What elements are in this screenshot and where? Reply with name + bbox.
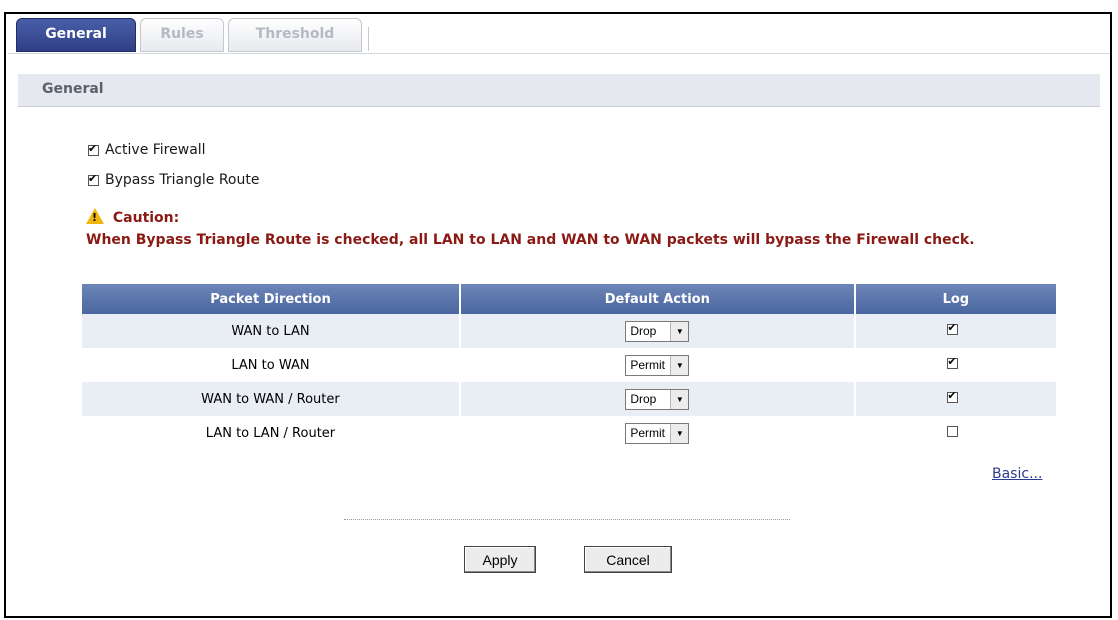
apply-button[interactable]: Apply [464,546,536,573]
dropdown-arrow-icon[interactable]: ▼ [670,355,689,375]
log-checkbox[interactable] [947,389,959,403]
default-action-select[interactable]: Permit ▼ [625,354,690,376]
active-firewall-checkbox[interactable] [88,142,99,156]
section-header: General [18,74,1100,107]
default-action-cell: Drop ▼ [459,314,856,348]
table-header-row: Packet Direction Default Action Log [82,284,1056,314]
log-checkbox[interactable] [947,321,959,335]
packet-direction: WAN to WAN / Router [82,382,461,416]
divider [344,519,790,520]
header-default-action: Default Action [459,284,856,314]
dropdown-arrow-icon[interactable]: ▼ [670,389,689,409]
header-packet-direction: Packet Direction [82,284,461,314]
dropdown-arrow-icon[interactable]: ▼ [670,321,689,341]
warning-icon [86,208,104,224]
basic-link[interactable]: Basic... [992,466,1042,482]
active-firewall-label: Active Firewall [105,142,206,158]
dropdown-arrow-icon[interactable]: ▼ [670,423,689,443]
log-checkbox[interactable] [947,425,959,437]
log-cell [854,382,1056,416]
tab-threshold[interactable]: Threshold [228,18,369,52]
caution-title: Caution: [112,210,180,226]
active-firewall-option[interactable]: Active Firewall [88,142,206,158]
table-row: LAN to LAN / Router Permit ▼ [82,416,1056,450]
firewall-panel: General Rules Threshold General Active F… [4,12,1112,618]
packet-direction-table: Packet Direction Default Action Log WAN … [82,284,1056,450]
caution-heading: Caution: [86,208,179,226]
caution-message: When Bypass Triangle Route is checked, a… [86,232,975,248]
tab-rules[interactable]: Rules [140,18,224,52]
section-title: General [42,81,104,97]
cancel-button[interactable]: Cancel [584,546,672,573]
default-action-cell: Permit ▼ [459,416,856,450]
table-row: WAN to WAN / Router Drop ▼ [82,382,1056,416]
table-row: LAN to WAN Permit ▼ [82,348,1056,382]
default-action-select[interactable]: Permit ▼ [625,422,690,444]
bypass-triangle-label: Bypass Triangle Route [105,172,260,188]
table-row: WAN to LAN Drop ▼ [82,314,1056,348]
header-log: Log [854,284,1056,314]
log-cell [854,348,1056,382]
tab-general[interactable]: General [16,18,136,52]
packet-direction: LAN to WAN [82,348,461,382]
log-cell [854,314,1056,348]
default-action-cell: Permit ▼ [459,348,856,382]
packet-direction: LAN to LAN / Router [82,416,461,450]
bypass-triangle-checkbox[interactable] [88,172,99,186]
log-checkbox[interactable] [947,355,959,369]
default-action-cell: Drop ▼ [459,382,856,416]
log-cell [854,416,1056,450]
packet-direction: WAN to LAN [82,314,461,348]
default-action-select[interactable]: Drop ▼ [625,320,690,342]
bypass-triangle-option[interactable]: Bypass Triangle Route [88,172,259,188]
tab-bar: General Rules Threshold [8,14,1110,54]
default-action-select[interactable]: Drop ▼ [625,388,690,410]
